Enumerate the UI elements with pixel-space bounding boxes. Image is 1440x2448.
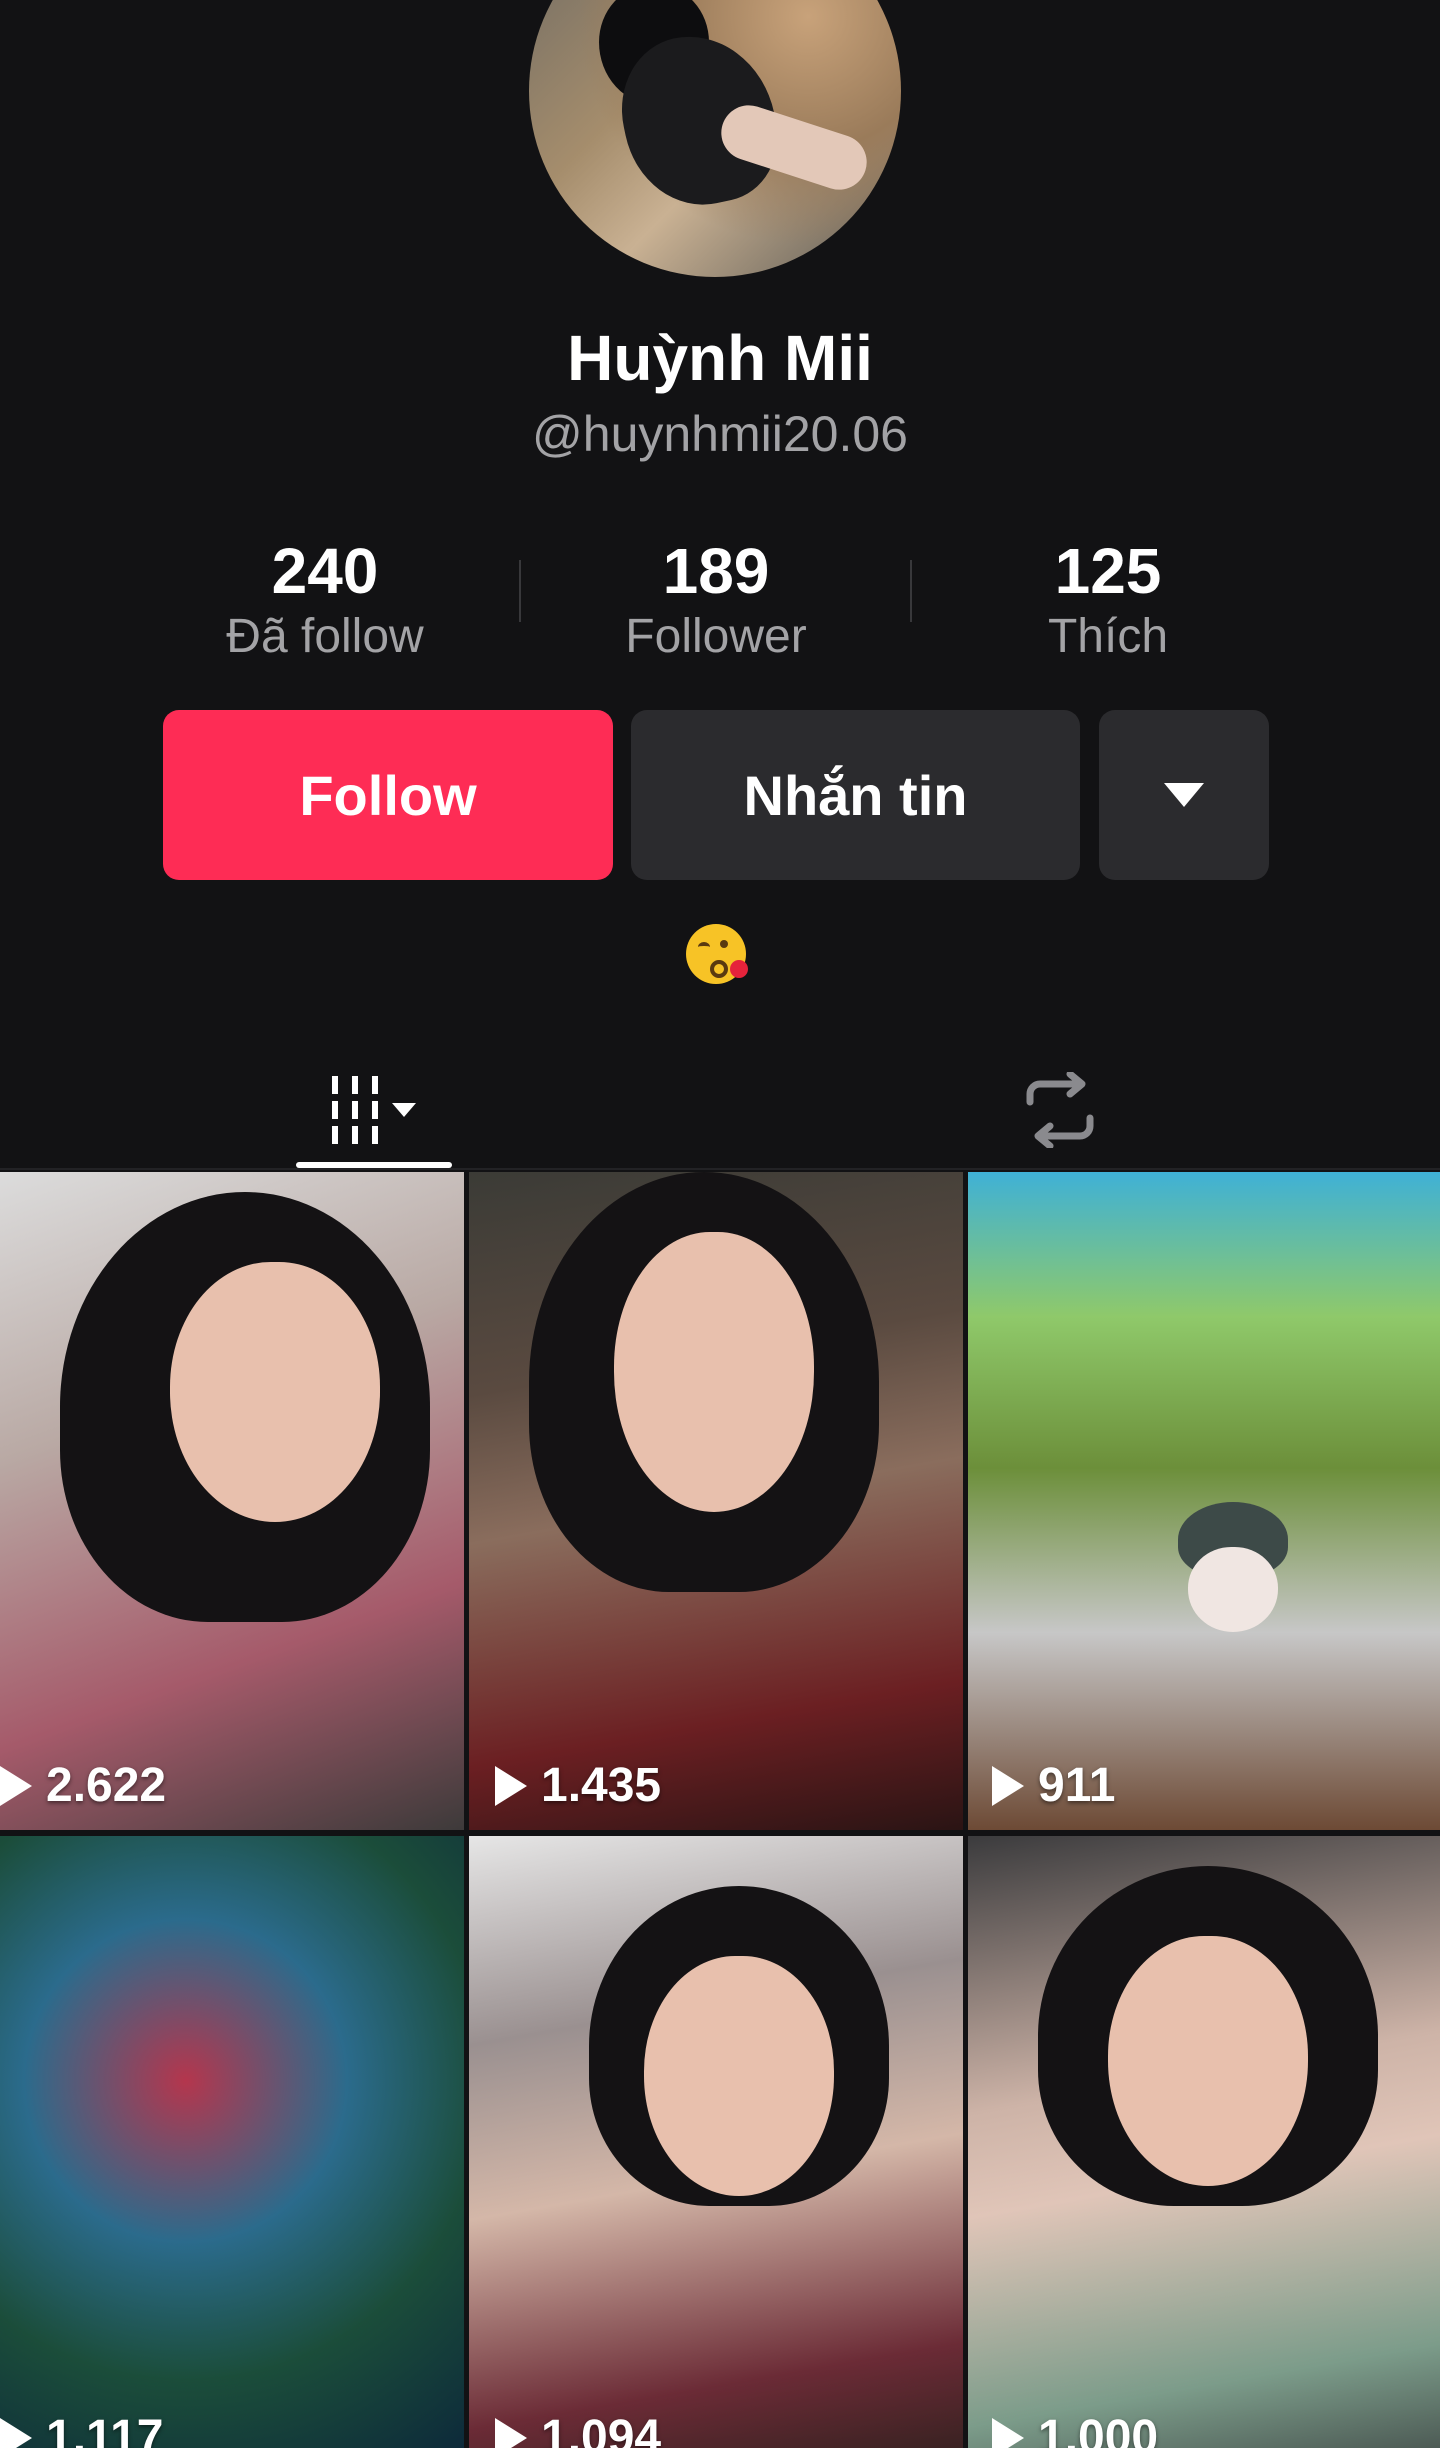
view-count: 1.094 [495,2410,661,2448]
chevron-down-icon [392,1103,416,1117]
stat-likes-value: 125 [1054,535,1162,607]
grid-icon [332,1076,378,1144]
stat-followers[interactable]: 189 Follower [566,535,866,667]
tab-videos[interactable] [296,1050,452,1170]
tab-reposts[interactable] [1010,1050,1110,1170]
kissing-face-emoji [686,924,748,984]
stat-divider [519,560,521,622]
video-grid: 2.622 1.435 911 1.117 1.094 1.000 [0,1172,1440,2448]
view-count: 1.117 [0,2410,163,2448]
stat-followers-label: Follower [625,610,807,663]
stat-following-value: 240 [271,535,379,607]
stat-likes[interactable]: 125 Thích [958,535,1258,667]
caret-down-icon [1164,783,1204,807]
play-icon [992,2418,1024,2448]
stat-likes-label: Thích [1047,610,1169,663]
repost-icon [1026,1072,1094,1148]
video-thumbnail[interactable]: 1.435 [469,1172,963,1830]
profile-handle: @huynhmii20.06 [532,406,908,462]
video-thumbnail[interactable]: 1.000 [968,1836,1440,2448]
play-icon [495,1766,527,1806]
view-count: 2.622 [0,1758,166,1814]
profile-avatar[interactable] [529,0,901,277]
stat-following-label: Đã follow [226,610,424,663]
tabs-divider [0,1168,1440,1170]
video-thumbnail[interactable]: 2.622 [0,1172,464,1830]
video-thumbnail[interactable]: 911 [968,1172,1440,1830]
view-count: 1.000 [992,2410,1158,2448]
video-thumbnail[interactable]: 1.094 [469,1836,963,2448]
play-icon [495,2418,527,2448]
play-icon [992,1766,1024,1806]
stat-following[interactable]: 240 Đã follow [175,535,475,667]
follow-button[interactable]: Follow [163,710,613,880]
play-icon [0,1766,32,1806]
video-thumbnail[interactable]: 1.117 [0,1836,464,2448]
profile-name: Huỳnh Mii [567,322,873,394]
message-button[interactable]: Nhắn tin [631,710,1080,880]
view-count: 1.435 [495,1758,661,1814]
more-options-button[interactable] [1099,710,1269,880]
play-icon [0,2418,32,2448]
stat-followers-value: 189 [662,535,770,607]
stat-divider [910,560,912,622]
view-count: 911 [992,1758,1115,1814]
